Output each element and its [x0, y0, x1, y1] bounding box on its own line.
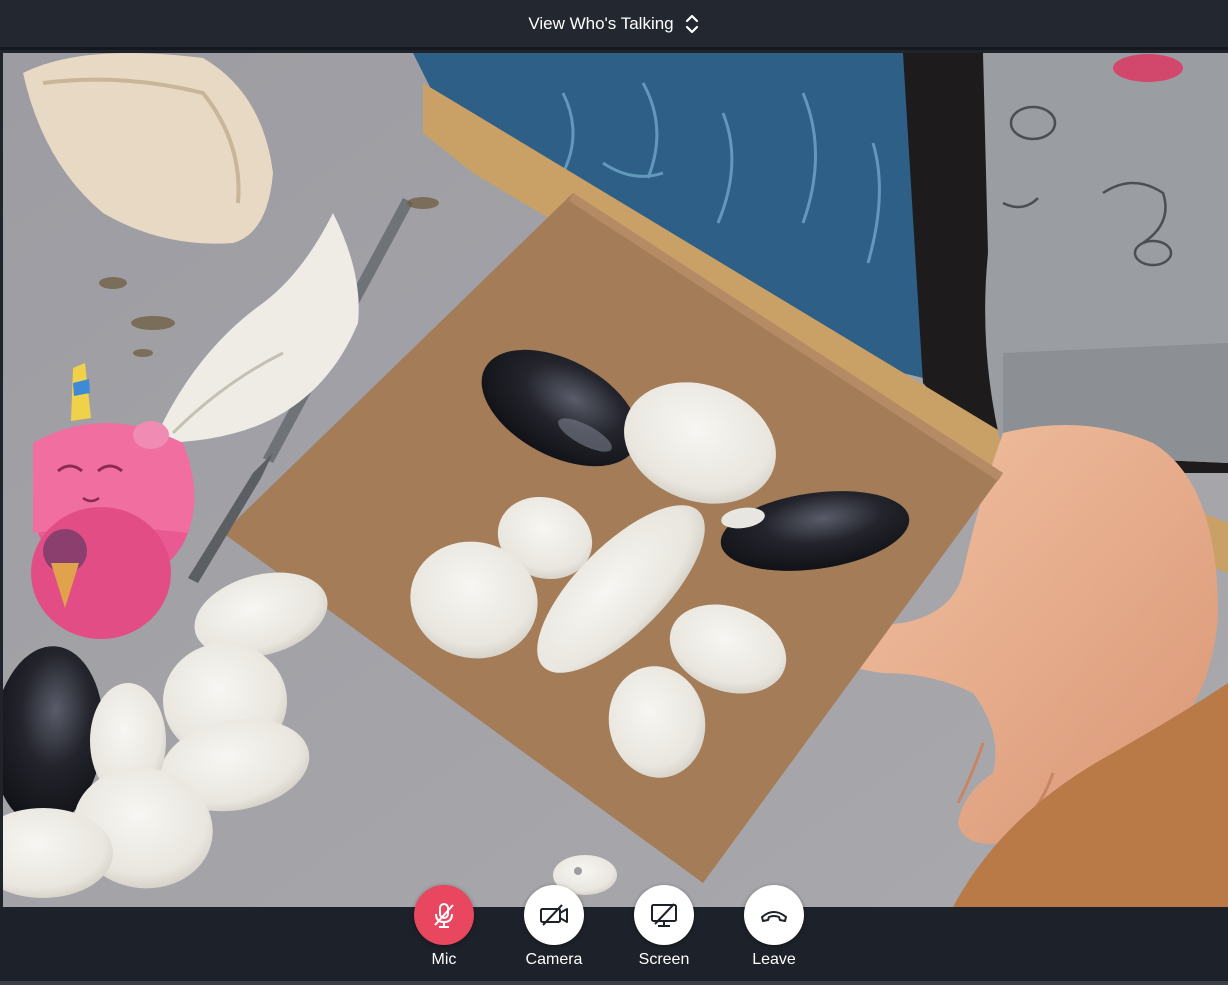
mic-muted-icon [414, 885, 474, 945]
view-mode-selector[interactable]: View Who's Talking [528, 12, 699, 36]
video-scene [3, 53, 1228, 907]
leave-label: Leave [752, 951, 796, 968]
call-controls-bar: Mic Camera Screen Leave [0, 885, 1228, 985]
hang-up-icon [744, 885, 804, 945]
camera-label: Camera [525, 951, 583, 968]
mic-button[interactable]: Mic [404, 885, 484, 969]
view-mode-label: View Who's Talking [528, 13, 674, 33]
leave-button[interactable]: Leave [734, 885, 814, 969]
window-bottom-edge [0, 981, 1228, 985]
participant-video [3, 53, 1228, 907]
screen-share-button[interactable]: Screen [624, 885, 704, 969]
top-bar: View Who's Talking [0, 0, 1228, 50]
chevron-up-down-icon [684, 12, 700, 36]
screen-label: Screen [638, 951, 690, 968]
camera-button[interactable]: Camera [514, 885, 594, 969]
camera-off-icon [524, 885, 584, 945]
mic-label: Mic [431, 951, 457, 968]
screen-share-off-icon [634, 885, 694, 945]
